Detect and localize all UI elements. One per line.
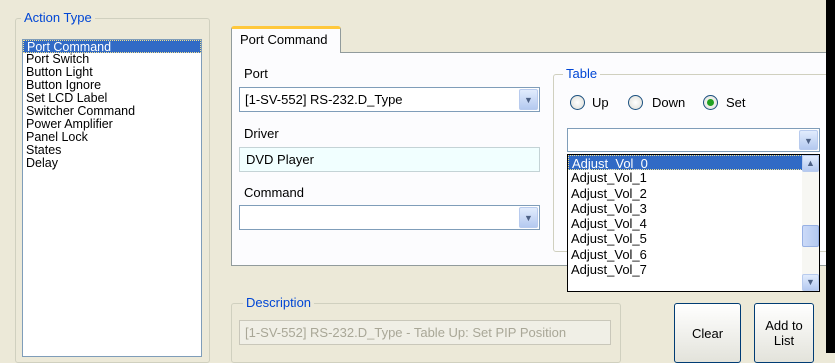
scroll-thumb[interactable]: [802, 225, 819, 247]
action-type-list[interactable]: Port Command Port Switch Button Light Butto…: [22, 39, 202, 357]
window-edge: [826, 0, 835, 353]
radio-up-label: Up: [592, 95, 609, 110]
radio-up[interactable]: [570, 95, 585, 110]
table-dropdown-list[interactable]: Adjust_Vol_0 Adjust_Vol_1 Adjust_Vol_2 Adju…: [567, 154, 820, 292]
tab-label: Port Command: [240, 32, 328, 47]
radio-down[interactable]: [628, 95, 643, 110]
chevron-down-icon[interactable]: ▼: [519, 207, 538, 228]
action-type-item[interactable]: Delay: [23, 157, 201, 170]
clear-button-label: Clear: [691, 325, 724, 341]
dropdown-item[interactable]: Adjust_Vol_5: [568, 231, 819, 246]
dropdown-item[interactable]: Adjust_Vol_7: [568, 262, 819, 277]
port-select[interactable]: [1-SV-552] RS-232.D_Type ▼: [239, 87, 540, 112]
table-legend: Table: [563, 66, 601, 81]
driver-label: Driver: [244, 126, 279, 141]
chevron-down-icon[interactable]: ▼: [802, 274, 819, 291]
port-value: [1-SV-552] RS-232.D_Type: [245, 92, 403, 107]
tab-port-command[interactable]: Port Command: [231, 26, 341, 53]
radio-set-label: Set: [726, 95, 746, 110]
dropdown-scrollbar[interactable]: ▲ ▼: [802, 155, 819, 291]
radio-set[interactable]: [703, 95, 718, 110]
port-label: Port: [244, 66, 268, 81]
description-legend: Description: [243, 295, 315, 310]
table-select[interactable]: ▼: [567, 128, 820, 152]
dropdown-item[interactable]: Adjust_Vol_1: [568, 170, 819, 185]
add-to-list-label: Add to List: [765, 318, 803, 348]
description-value: [1-SV-552] RS-232.D_Type - Table Up: Set…: [245, 325, 567, 340]
dropdown-item[interactable]: Adjust_Vol_3: [568, 201, 819, 216]
clear-button[interactable]: Clear: [674, 303, 741, 363]
dropdown-item[interactable]: Adjust_Vol_2: [568, 186, 819, 201]
command-select[interactable]: ▼: [239, 205, 540, 230]
dropdown-item[interactable]: Adjust_Vol_0: [568, 155, 819, 171]
action-type-legend: Action Type: [21, 10, 95, 25]
description-field: [1-SV-552] RS-232.D_Type - Table Up: Set…: [239, 320, 611, 345]
add-to-list-button[interactable]: Add to List: [754, 303, 814, 363]
chevron-down-icon[interactable]: ▼: [519, 89, 538, 110]
radio-down-label: Down: [652, 95, 686, 110]
dropdown-item[interactable]: Adjust_Vol_4: [568, 216, 819, 231]
chevron-up-icon[interactable]: ▲: [802, 155, 819, 172]
driver-value: DVD Player: [246, 152, 314, 167]
command-label: Command: [244, 185, 304, 200]
dropdown-item[interactable]: Adjust_Vol_6: [568, 247, 819, 262]
chevron-down-icon[interactable]: ▼: [799, 130, 818, 150]
driver-field: DVD Player: [239, 147, 540, 172]
